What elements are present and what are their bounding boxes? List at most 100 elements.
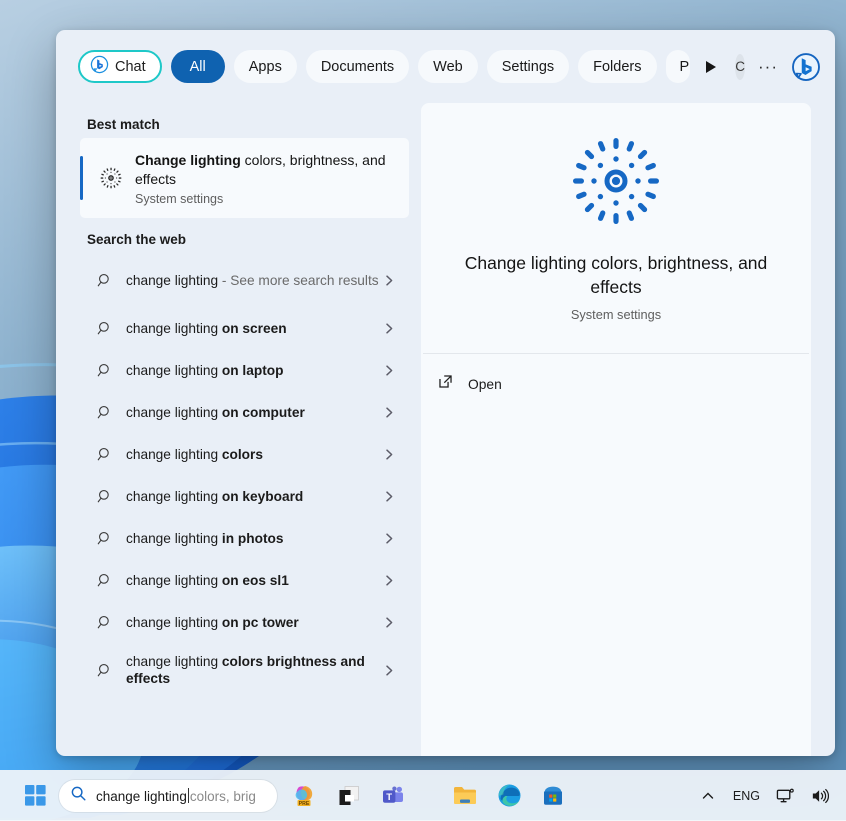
chevron-up-icon[interactable] <box>693 781 723 811</box>
chevron-right-icon[interactable] <box>379 574 399 587</box>
web-result-row[interactable]: change lighting on computer <box>80 391 409 433</box>
tab-apps[interactable]: Apps <box>234 50 297 83</box>
web-result-suffix: on eos sl1 <box>222 573 289 588</box>
search-filter-tabbar: Chat All Apps Documents Web Settings Fol… <box>56 30 835 103</box>
chevron-right-icon[interactable] <box>379 448 399 461</box>
web-result-label: change lighting on eos sl1 <box>118 572 379 589</box>
best-match-title-bold: Change lighting <box>135 152 241 168</box>
play-arrow-icon[interactable] <box>705 60 717 74</box>
microsoft-store-icon[interactable] <box>531 776 575 816</box>
web-result-suffix: on pc tower <box>222 615 299 630</box>
open-action-button[interactable]: Open <box>421 354 811 395</box>
search-magnifier-icon <box>70 785 87 807</box>
web-result-prefix: change lighting <box>126 405 222 420</box>
web-result-suffix: in photos <box>222 531 284 546</box>
tab-chat-label: Chat <box>115 59 146 75</box>
microsoft-teams-icon[interactable]: T <box>371 776 415 816</box>
web-result-row[interactable]: change lighting on eos sl1 <box>80 559 409 601</box>
search-magnifier-icon <box>92 272 118 288</box>
preview-subtitle: System settings <box>449 307 783 322</box>
best-match-heading: Best match <box>80 103 421 138</box>
web-result-row[interactable]: change lighting - See more search result… <box>80 253 409 307</box>
taskbar-system-tray: ENG <box>693 781 846 811</box>
tab-all[interactable]: All <box>171 50 225 83</box>
taskbar-search-text: change lightingcolors, brig <box>87 788 256 804</box>
web-result-prefix: change lighting <box>126 363 222 378</box>
chevron-right-icon[interactable] <box>379 364 399 377</box>
tab-chat[interactable]: Chat <box>78 50 162 83</box>
overflow-menu-button[interactable]: ··· <box>758 57 778 77</box>
taskbar-left-group: change lightingcolors, brig PRE <box>0 776 575 816</box>
search-magnifier-icon <box>92 614 118 630</box>
svg-text:T: T <box>386 792 392 803</box>
copilot-designer-icon[interactable]: PRE <box>283 776 327 816</box>
chevron-right-icon[interactable] <box>379 490 399 503</box>
search-magnifier-icon <box>92 320 118 336</box>
web-result-label: change lighting on keyboard <box>118 488 379 505</box>
chevron-right-icon[interactable] <box>379 322 399 335</box>
taskbar: change lightingcolors, brig PRE <box>0 770 846 821</box>
file-explorer-icon[interactable] <box>443 776 487 816</box>
web-result-row[interactable]: change lighting on pc tower <box>80 601 409 643</box>
search-flyout-window: Chat All Apps Documents Web Settings Fol… <box>56 30 835 756</box>
tab-apps-label: Apps <box>249 59 282 75</box>
web-result-row[interactable]: change lighting on screen <box>80 307 409 349</box>
web-result-prefix: change lighting <box>126 654 222 669</box>
search-magnifier-icon <box>92 404 118 420</box>
best-match-subtitle: System settings <box>135 192 405 206</box>
preview-content: Change lighting colors, brightness, and … <box>421 103 811 322</box>
web-result-label: change lighting in photos <box>118 530 379 547</box>
web-result-row[interactable]: change lighting colors <box>80 433 409 475</box>
avatar[interactable]: C <box>735 54 745 80</box>
taskbar-search-suggestion: colors, brig <box>190 789 256 804</box>
search-magnifier-icon <box>92 530 118 546</box>
web-result-row[interactable]: change lighting on keyboard <box>80 475 409 517</box>
search-magnifier-icon <box>92 362 118 378</box>
web-result-label: change lighting on computer <box>118 404 379 421</box>
best-match-text: Change lighting colors, brightness, and … <box>126 151 405 206</box>
chevron-right-icon[interactable] <box>379 532 399 545</box>
text-cursor <box>188 788 189 803</box>
app-window-icon[interactable] <box>327 776 371 816</box>
tab-web[interactable]: Web <box>418 50 478 83</box>
tab-photos[interactable]: Photos <box>666 50 691 83</box>
web-result-label: change lighting colors <box>118 446 379 463</box>
svg-text:PRE: PRE <box>299 800 310 806</box>
overflow-menu-label: ··· <box>758 57 778 76</box>
web-result-suffix: on laptop <box>222 363 284 378</box>
tab-folders[interactable]: Folders <box>578 50 656 83</box>
web-result-suffix: - See more search results <box>218 273 379 288</box>
web-result-row[interactable]: change lighting on laptop <box>80 349 409 391</box>
chevron-right-icon[interactable] <box>379 406 399 419</box>
microsoft-edge-icon[interactable] <box>487 776 531 816</box>
web-result-row[interactable]: change lighting colors brightness and ef… <box>80 643 409 697</box>
search-content: Best match <box>56 103 835 756</box>
best-match-title: Change lighting colors, brightness, and … <box>135 151 405 189</box>
tab-documents[interactable]: Documents <box>306 50 409 83</box>
bing-chat-icon <box>90 55 109 78</box>
tab-settings[interactable]: Settings <box>487 50 569 83</box>
web-result-row[interactable]: change lighting in photos <box>80 517 409 559</box>
language-indicator[interactable]: ENG <box>727 789 766 803</box>
web-result-label: change lighting on pc tower <box>118 614 379 631</box>
search-the-web-heading: Search the web <box>80 218 421 253</box>
bing-chat-icon[interactable] <box>791 52 821 82</box>
tab-web-label: Web <box>433 59 463 75</box>
chevron-right-icon[interactable] <box>379 274 399 287</box>
tab-all-label: All <box>190 59 206 75</box>
best-match-result[interactable]: Change lighting colors, brightness, and … <box>80 138 409 218</box>
results-pane: Best match <box>56 103 421 756</box>
volume-icon[interactable] <box>804 781 834 811</box>
open-action-label: Open <box>468 377 502 392</box>
windows-start-icon[interactable] <box>13 776 57 816</box>
taskbar-search-input[interactable]: change lightingcolors, brig <box>59 780 277 812</box>
tab-folders-label: Folders <box>593 59 641 75</box>
web-result-prefix: change lighting <box>126 531 222 546</box>
network-icon[interactable] <box>770 781 800 811</box>
search-magnifier-icon <box>92 572 118 588</box>
chevron-right-icon[interactable] <box>379 664 399 677</box>
web-result-prefix: change lighting <box>126 615 222 630</box>
web-result-prefix: change lighting <box>126 273 218 288</box>
tab-documents-label: Documents <box>321 59 394 75</box>
chevron-right-icon[interactable] <box>379 616 399 629</box>
